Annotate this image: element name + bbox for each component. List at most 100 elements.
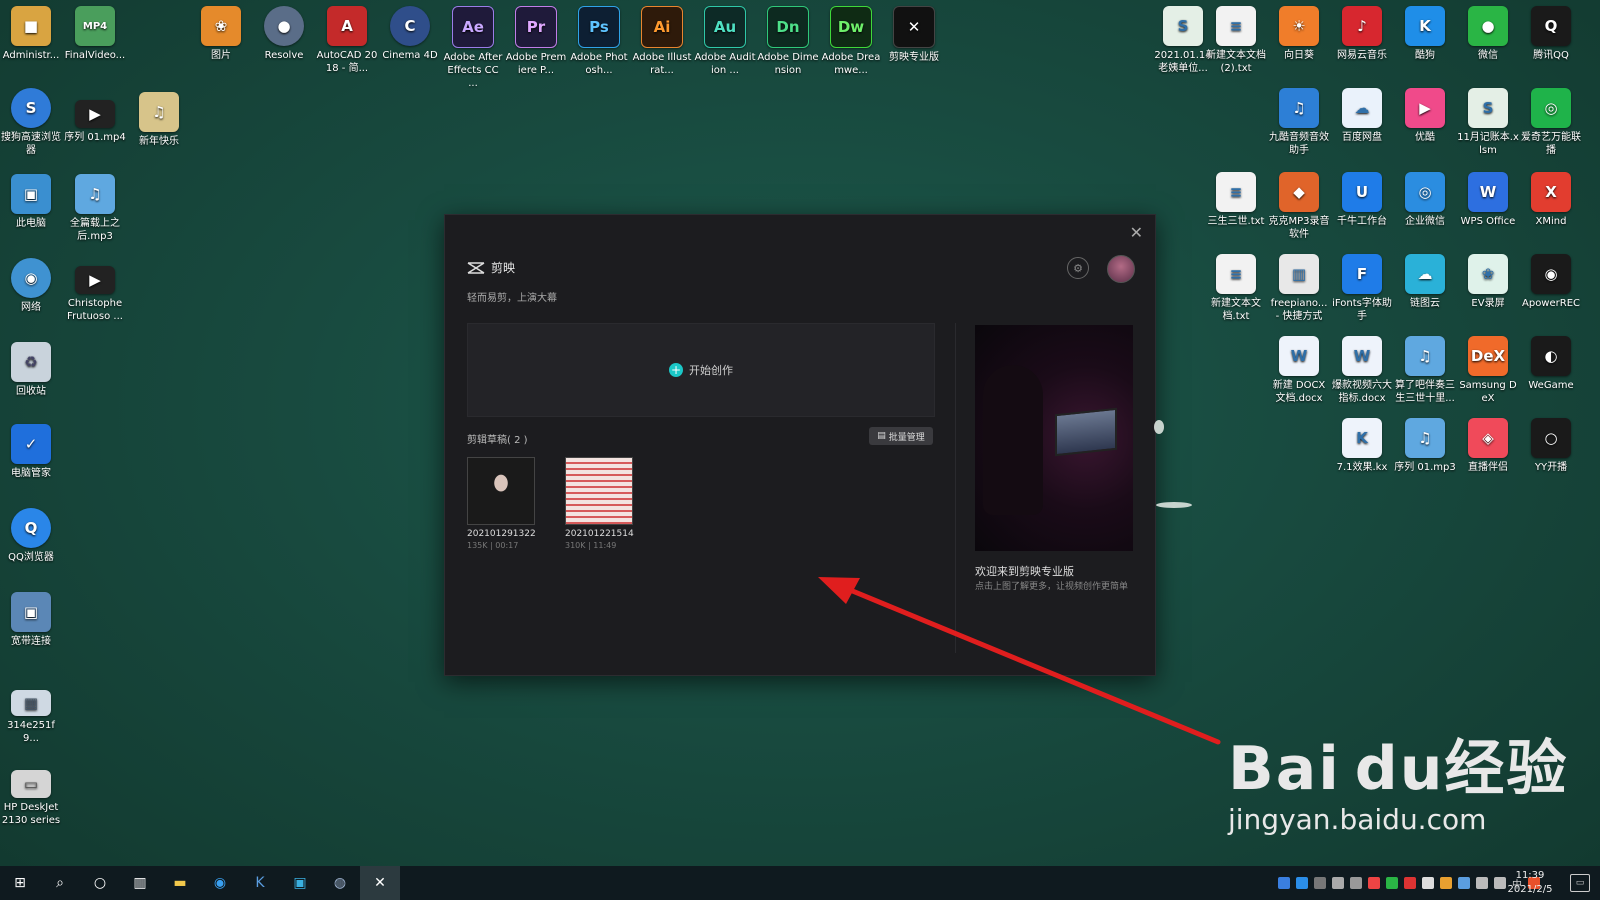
desktop-icon-right[interactable]: DeX Samsung DeX — [1457, 336, 1519, 405]
desktop-icon-right[interactable]: ≡ 新建文本文档 (2).txt — [1205, 6, 1267, 75]
app-icon: U — [1342, 172, 1382, 212]
desktop-icon-right[interactable]: ♪ 网易云音乐 — [1331, 6, 1393, 62]
desktop-icon-dreamweaver[interactable]: Dw Adobe Dreamwe... — [820, 6, 882, 77]
desktop-icon-mp3-1[interactable]: ♫ 全篇载上之后.mp3 — [64, 174, 126, 243]
qq-browser-taskbar-icon[interactable]: ◉ — [200, 866, 240, 900]
desktop-icon-jianying-pro[interactable]: ✕ 剪映专业版 — [883, 6, 945, 64]
settings-icon[interactable]: ⚙ — [1067, 257, 1089, 279]
desktop-icon-right[interactable]: ○ YY开播 — [1520, 418, 1582, 474]
desktop-icon-dimension[interactable]: Dn Adobe Dimension — [757, 6, 819, 77]
desktop-icon-right[interactable]: ▶ 优酷 — [1394, 88, 1456, 144]
desktop-icon-premiere[interactable]: Pr Adobe Premiere P... — [505, 6, 567, 77]
desktop-icon-right[interactable]: ◆ 克克MP3录音软件 — [1268, 172, 1330, 241]
app-tray-icon[interactable] — [1368, 877, 1380, 889]
desktop-icon-right[interactable]: W 新建 DOCX 文档.docx — [1268, 336, 1330, 405]
desktop-icon-right[interactable]: ♫ 序列 01.mp3 — [1394, 418, 1456, 474]
desktop-icon-pictures[interactable]: ❀ 图片 — [190, 6, 252, 62]
desktop-icon-illustrator[interactable]: Ai Adobe Illustrat... — [631, 6, 693, 77]
desktop-icon-right[interactable]: K 酷狗 — [1394, 6, 1456, 62]
app-icon: W — [1342, 336, 1382, 376]
app-tray-icon[interactable] — [1314, 877, 1326, 889]
desktop-icon-right[interactable]: ♫ 算了吧伴奏三生三世十里... — [1394, 336, 1456, 405]
kugou-tray-icon[interactable] — [1296, 877, 1308, 889]
desktop-icon-right[interactable]: ◎ 企业微信 — [1394, 172, 1456, 228]
desktop-icon-right[interactable]: ☀ 向日葵 — [1268, 6, 1330, 62]
desktop-icon-right[interactable]: ≡ 新建文本文档.txt — [1205, 254, 1267, 323]
system-clock[interactable]: 11:39 2021/2/5 — [1500, 869, 1560, 897]
desktop-icon-autocad[interactable]: A AutoCAD 2018 - 简... — [316, 6, 378, 75]
desktop-icon-printer[interactable]: ▭ HP DeskJet 2130 series — [0, 770, 62, 827]
desktop-icon-christophe[interactable]: ▶ Christophe Frutuoso ... — [64, 266, 126, 323]
desktop-icon-right[interactable]: ❀ EV录屏 — [1457, 254, 1519, 310]
desktop-icon-right[interactable]: ◈ 直播伴侣 — [1457, 418, 1519, 474]
desktop-icon-right[interactable]: ≡ 三生三世.txt — [1205, 172, 1267, 228]
desktop-icon-label: 网络 — [21, 302, 41, 313]
desktop-icon-right[interactable]: ☁ 百度网盘 — [1331, 88, 1393, 144]
desktop-icon-pc-manager[interactable]: ✓ 电脑管家 — [0, 424, 62, 480]
desktop-icon-right[interactable]: W WPS Office — [1457, 172, 1519, 228]
desktop-icon-right[interactable]: ◉ ApowerREC — [1520, 254, 1582, 310]
app-tray-icon[interactable] — [1440, 877, 1452, 889]
desktop-icon-label: XMind — [1535, 216, 1567, 227]
desktop-icon-photoshop[interactable]: Ps Adobe Photosh... — [568, 6, 630, 77]
desktop-icon-image-file[interactable]: ▦ 314e251f9... — [0, 690, 62, 745]
desktop-icon-network[interactable]: ◉ 网络 — [0, 258, 62, 314]
mic-tray-icon[interactable] — [1332, 877, 1344, 889]
promo-image[interactable] — [975, 325, 1133, 551]
desktop-icon-label: 回收站 — [16, 386, 46, 397]
desktop-icon-right[interactable]: ◐ WeGame — [1520, 336, 1582, 392]
avatar[interactable] — [1107, 255, 1135, 283]
desktop-icon-resolve[interactable]: ● Resolve — [253, 6, 315, 62]
desktop-icon-right[interactable]: W 爆款视频六大指标.docx — [1331, 336, 1393, 405]
network-tray-icon[interactable] — [1476, 877, 1488, 889]
desktop-icon-audition[interactable]: Au Adobe Audition ... — [694, 6, 756, 77]
desktop-icon-right[interactable]: ▥ freepiano... - 快捷方式 — [1268, 254, 1330, 323]
desktop-icon-new-year[interactable]: ♫ 新年快乐 — [128, 92, 190, 148]
close-icon[interactable]: ✕ — [1130, 223, 1143, 242]
resolve-taskbar-icon[interactable]: ◍ — [320, 866, 360, 900]
jianying-taskbar-icon[interactable]: ✕ — [360, 866, 400, 900]
desktop-icon-after-effects[interactable]: Ae Adobe After Effects CC ... — [442, 6, 504, 90]
desktop-icon-right[interactable]: ♫ 九酷音频音效助手 — [1268, 88, 1330, 157]
windows-start-icon[interactable]: ⊞ — [0, 866, 40, 900]
desktop-icon-right[interactable]: ☁ 链图云 — [1394, 254, 1456, 310]
cloud-tray-icon[interactable] — [1350, 877, 1362, 889]
desktop-icon-right[interactable]: X XMind — [1520, 172, 1582, 228]
desktop-icon-right[interactable]: ● 微信 — [1457, 6, 1519, 62]
wechat-tray-icon[interactable] — [1386, 877, 1398, 889]
desktop-icon-label: 图片 — [211, 50, 231, 61]
mp3-file-icon: ♫ — [75, 174, 115, 214]
desktop-icon-cinema4d[interactable]: C Cinema 4D — [379, 6, 441, 62]
notification-icon[interactable]: ▭ — [1570, 874, 1590, 892]
shield-tray-icon[interactable] — [1278, 877, 1290, 889]
desktop-icon-right[interactable]: ◎ 爱奇艺万能联播 — [1520, 88, 1582, 157]
desktop-icon-this-pc[interactable]: ▣ 此电脑 — [0, 174, 62, 230]
kx-tray-icon[interactable] — [1458, 877, 1470, 889]
batch-manage-button[interactable]: ▤ 批量管理 — [869, 427, 933, 445]
desktop-icon-broadband[interactable]: ▣ 宽带连接 — [0, 592, 62, 648]
desktop-icon-right[interactable]: Q 腾讯QQ — [1520, 6, 1582, 62]
desktop-icon-qq-browser[interactable]: Q QQ浏览器 — [0, 508, 62, 564]
desktop-icon-admin[interactable]: ■ Administr... — [0, 6, 62, 62]
desktop-icon-right[interactable]: U 千牛工作台 — [1331, 172, 1393, 228]
record-tray-icon[interactable] — [1404, 877, 1416, 889]
desktop-icon-right[interactable]: S 11月记账本.xlsm — [1457, 88, 1519, 157]
start-creating-button[interactable]: + 开始创作 — [467, 323, 935, 417]
desktop-icon-finalvideo[interactable]: MP4 FinalVideo... — [64, 6, 126, 62]
task-view-icon[interactable]: ▥ — [120, 866, 160, 900]
app-taskbar-icon[interactable]: ▣ — [280, 866, 320, 900]
desktop-icon-sogou-browser[interactable]: S 搜狗高速浏览器 — [0, 88, 62, 157]
desktop-icon-recycle-bin[interactable]: ♻ 回收站 — [0, 342, 62, 398]
kx-app-taskbar-icon[interactable]: K — [240, 866, 280, 900]
qq-tray-icon[interactable] — [1422, 877, 1434, 889]
davinci-resolve-icon: ● — [264, 6, 304, 46]
desktop-icon-right[interactable]: K 7.1效果.kx — [1331, 418, 1393, 474]
desktop-icon-sequence-mp4[interactable]: ▶ 序列 01.mp4 — [64, 100, 126, 144]
draft-item[interactable]: 202101291322 135K | 00:17 — [467, 457, 536, 550]
desktop-icon-label: Samsung DeX — [1459, 380, 1517, 404]
cortana-icon[interactable]: ○ — [80, 866, 120, 900]
draft-item[interactable]: 202101221514 310K | 11:49 — [565, 457, 634, 550]
desktop-icon-right[interactable]: FiFonts字体助手 — [1331, 254, 1393, 323]
search-icon[interactable]: ⌕ — [40, 866, 80, 900]
file-explorer-icon[interactable]: ▬ — [160, 866, 200, 900]
